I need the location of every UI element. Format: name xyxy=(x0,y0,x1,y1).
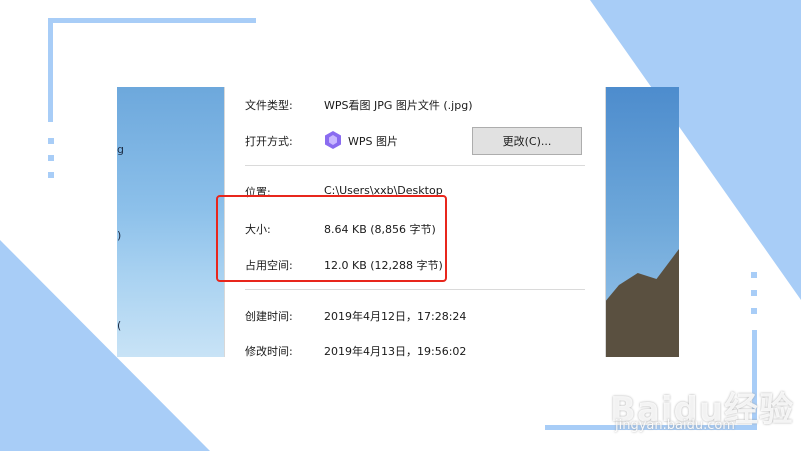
frame-line-left xyxy=(48,18,53,122)
open-with-label: 打开方式: xyxy=(245,135,293,148)
wps-pictures-icon xyxy=(324,130,342,150)
file-type-value: WPS看图 JPG 图片文件 (.jpg) xyxy=(324,99,473,112)
frame-dot xyxy=(48,155,54,161)
created-label: 创建时间: xyxy=(245,310,293,323)
frame-dot xyxy=(48,172,54,178)
frame-line-top xyxy=(48,18,256,23)
background-text: ) xyxy=(117,229,122,242)
background-text: g xyxy=(117,143,124,156)
open-with-value: WPS 图片 xyxy=(348,135,398,148)
change-button[interactable]: 更改(C)... xyxy=(472,127,582,155)
modified-label: 修改时间: xyxy=(245,345,293,357)
frame-dot xyxy=(751,308,757,314)
background-text: ( xyxy=(117,319,122,332)
baidu-watermark-url: jingyan.baidu.com xyxy=(615,418,735,433)
separator xyxy=(245,289,585,290)
frame-dot xyxy=(751,290,757,296)
frame-dot xyxy=(48,138,54,144)
frame-dot xyxy=(751,272,757,278)
highlight-box xyxy=(216,195,447,282)
modified-value: 2019年4月13日，19:56:02 xyxy=(324,345,467,357)
created-value: 2019年4月12日，17:28:24 xyxy=(324,310,467,323)
desktop-wallpaper-left: g ) ( xyxy=(117,87,224,357)
file-type-label: 文件类型: xyxy=(245,99,293,112)
separator xyxy=(245,165,585,166)
